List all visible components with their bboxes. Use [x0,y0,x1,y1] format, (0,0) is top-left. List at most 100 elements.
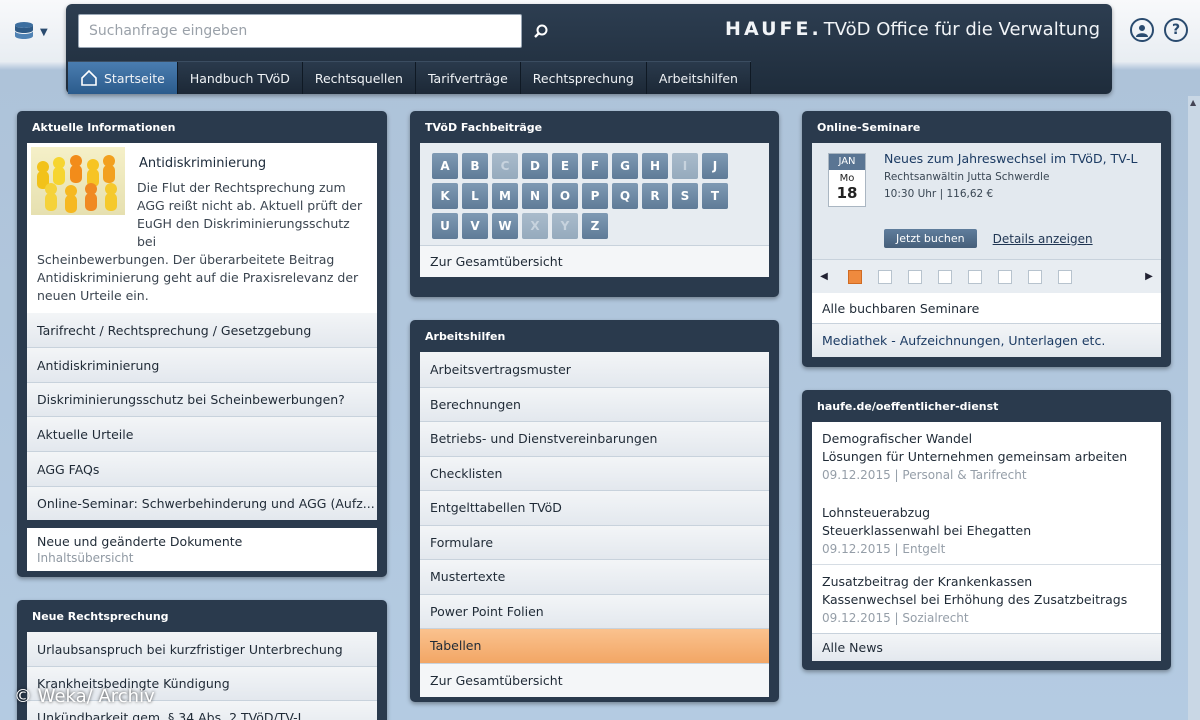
letter-key[interactable]: V [462,213,488,239]
list-item[interactable]: Entgelttabellen TVöD [420,490,769,525]
nav-label: Rechtsquellen [314,70,403,86]
calendar-day: 18 [836,184,858,202]
feature-line: EuGH den Diskriminierungsschutz bei [137,216,350,249]
list-item[interactable]: Zur Gesamtübersicht [420,662,769,697]
nav-rechtsprechung[interactable]: Rechtsprechung [520,62,647,94]
news-item[interactable]: Zusatzbeitrag der Krankenkassen Kassenwe… [812,564,1161,633]
feature-title: Antidiskriminierung [139,156,267,171]
news-headline: Zusatzbeitrag der Krankenkassen [822,574,1033,589]
letter-key[interactable]: K [432,183,458,209]
pager-dot[interactable] [878,269,892,284]
seminar-title[interactable]: Neues zum Jahreswechsel im TVöD, TV-L [884,151,1149,166]
next-arrow-icon[interactable]: ▶ [1137,260,1161,294]
list-item[interactable]: Mediathek - Aufzeichnungen, Unterlagen e… [812,323,1161,357]
letter-key[interactable]: R [642,183,668,209]
nav-label: Rechtsprechung [532,70,634,86]
seminar-time-price: 10:30 Uhr | 116,62 € [884,188,994,200]
nav-arbeitshilfen[interactable]: Arbeitshilfen [646,62,751,94]
letter-key[interactable]: D [522,153,548,179]
letter-key[interactable]: T [702,183,728,209]
pager-dot[interactable] [998,269,1012,284]
list-item[interactable]: Online-Seminar: Schwerbehinderung und AG… [27,486,377,520]
letter-key[interactable]: O [552,183,578,209]
nav-rechtsquellen[interactable]: Rechtsquellen [302,62,416,94]
pager-dot[interactable] [1058,269,1072,284]
letter-key[interactable]: S [672,183,698,209]
database-icon [15,22,33,39]
list-item[interactable]: Power Point Folien [420,593,769,628]
nav-tarifvertraege[interactable]: Tarifverträge [415,62,521,94]
list-item[interactable]: Formulare [420,524,769,559]
news-item[interactable]: Demografischer Wandel Lösungen für Unter… [812,422,1161,490]
nav-startseite[interactable]: Startseite [68,62,178,94]
nav-label: Handbuch TVöD [189,70,290,86]
list-item[interactable]: Checklisten [420,455,769,490]
panel-title: haufe.de/oeffentlicher-dienst [817,400,999,413]
doc-subtitle: Inhaltsübersicht [37,551,134,565]
new-documents-box[interactable]: Neue und geänderte Dokumente Inhaltsüber… [27,528,377,571]
list-item[interactable]: Arbeitsvertragsmuster [420,352,769,387]
letter-key[interactable]: P [582,183,608,209]
panel-seminare: Online-Seminare JAN Mo 18 Neues zum Jahr… [802,111,1171,367]
letter-key[interactable]: M [492,183,518,209]
list-item[interactable]: Betriebs- und Dienstvereinbarungen [420,421,769,456]
letter-key[interactable]: F [582,153,608,179]
pager-dot[interactable] [848,269,862,284]
header: HAUFE. TVöD Office für die Verwaltung St… [66,4,1112,94]
list-item[interactable]: Tabellen [420,628,769,663]
all-news-link[interactable]: Alle News [812,633,1161,661]
alphabet-index: ABCDEFGHIJ KLMNOPQRST UVWXYZ [420,143,769,245]
list-item[interactable]: Berechnungen [420,386,769,421]
list-item[interactable]: Mustertexte [420,559,769,594]
pager-dot[interactable] [938,269,952,284]
letter-key[interactable]: G [612,153,638,179]
letter-key[interactable]: B [462,153,488,179]
doc-title: Neue und geänderte Dokumente [37,534,243,549]
overview-link[interactable]: Zur Gesamtübersicht [420,245,769,277]
pager-dot[interactable] [968,269,982,284]
panel-aktuelle: Aktuelle Informationen Antidiskriminieru… [17,111,387,577]
search-input[interactable] [78,14,522,48]
list-item[interactable]: Diskriminierungsschutz bei Scheinbewerbu… [27,382,377,416]
letter-key[interactable]: A [432,153,458,179]
pager-dot[interactable] [908,269,922,284]
home-icon [81,69,97,86]
letter-key[interactable]: Q [612,183,638,209]
list-item[interactable]: Tarifrecht / Rechtsprechung / Gesetzgebu… [27,313,377,347]
nav-handbuch[interactable]: Handbuch TVöD [177,62,303,94]
pager-dot[interactable] [1028,269,1042,284]
letter-key[interactable]: J [702,153,728,179]
user-icon[interactable] [1130,18,1154,42]
news-item[interactable]: Lohnsteuerabzug Steuerklassenwahl bei Eh… [812,490,1161,564]
news-meta: 09.12.2015 | Entgelt [822,542,946,556]
prev-arrow-icon[interactable]: ◀ [812,260,836,294]
news-headline: Lohnsteuerabzug [822,505,931,520]
letter-key[interactable]: N [522,183,548,209]
feature-line: Antidiskriminierung geht auf die Praxisr… [37,270,359,285]
chevron-down-icon: ▼ [40,26,48,38]
main-nav: Startseite Handbuch TVöD Rechtsquellen T… [68,61,751,94]
news-meta: 09.12.2015 | Personal & Tarifrecht [822,468,1027,482]
list-item[interactable]: AGG FAQs [27,451,377,486]
buy-button[interactable]: Jetzt buchen [884,229,977,248]
nav-label: Tarifverträge [427,70,508,86]
help-icon[interactable]: ? [1164,18,1188,42]
brand: HAUFE. TVöD Office für die Verwaltung [725,18,1100,46]
scrollbar[interactable]: ▲ [1188,96,1200,720]
feature-article[interactable]: Antidiskriminierung Die Flut der Rechtsp… [27,143,377,313]
letter-key[interactable]: H [642,153,668,179]
list-item[interactable]: Alle buchbaren Seminare [812,293,1161,323]
scroll-up-icon[interactable]: ▲ [1190,98,1198,107]
pager-dots [848,269,1137,284]
letter-key[interactable]: Z [582,213,608,239]
letter-key[interactable]: U [432,213,458,239]
details-link[interactable]: Details anzeigen [993,232,1093,246]
letter-key[interactable]: W [492,213,518,239]
letter-key[interactable]: L [462,183,488,209]
list-item[interactable]: Antidiskriminierung [27,347,377,382]
list-item[interactable]: Urlaubsanspruch bei kurzfristiger Unterb… [27,632,377,666]
list-item[interactable]: Aktuelle Urteile [27,416,377,451]
database-menu-button[interactable]: ▼ [12,18,52,46]
letter-key[interactable]: E [552,153,578,179]
search-button[interactable] [528,18,554,44]
